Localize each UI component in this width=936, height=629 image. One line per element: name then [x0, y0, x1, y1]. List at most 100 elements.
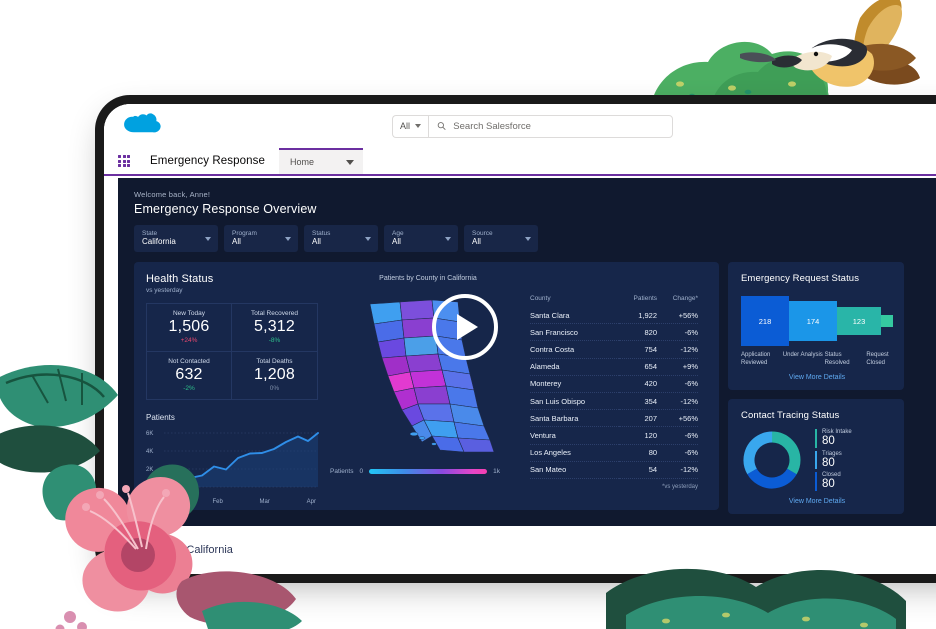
contact-tracing-donut-row: Risk Intake 80 Triages 80 Closed 80	[741, 429, 893, 491]
chevron-down-icon[interactable]	[525, 237, 531, 241]
filter-label: Age	[392, 229, 404, 237]
filter-age[interactable]: Age All	[384, 225, 458, 252]
table-row[interactable]: Contra Costa 754 -12%	[530, 340, 698, 359]
side-column: Emergency Request Status 218 174 123 App…	[728, 262, 904, 514]
page-stage: All Search Salesforce Emergency Response…	[0, 0, 936, 629]
cell-patients: 654	[619, 358, 658, 376]
page-title: Emergency Response Overview	[134, 202, 317, 216]
legend-value: 80	[822, 456, 835, 469]
legend-title: Patients	[330, 468, 354, 475]
filter-bar: State California Program All Status All	[118, 216, 936, 262]
chevron-down-icon[interactable]	[205, 237, 211, 241]
funnel-label-2: Under Analysis	[782, 352, 823, 358]
kpi-total-deaths: Total Deaths 1,208 0%	[232, 352, 317, 399]
table-row[interactable]: Ventura 120 -6%	[530, 426, 698, 445]
table-footnote: *vs yesterday	[661, 483, 698, 490]
cell-change: -6%	[657, 444, 698, 462]
cell-patients: 54	[619, 461, 658, 479]
chevron-down-icon[interactable]	[365, 237, 371, 241]
health-status-title: Health Status	[146, 273, 214, 285]
health-status-subtitle: vs yesterday	[146, 287, 183, 294]
chevron-down-icon[interactable]	[285, 237, 291, 241]
legend-item-closed: Closed 80	[815, 472, 852, 491]
col-patients[interactable]: Patients	[619, 295, 658, 307]
x-tick: Mar	[259, 499, 270, 505]
kpi-label: Not Contacted	[168, 358, 210, 365]
contact-tracing-donut-chart[interactable]	[741, 429, 803, 491]
page-caption: Patients in California	[132, 544, 233, 556]
table-row[interactable]: Alameda 654 +9%	[530, 358, 698, 376]
patients-chart-title: Patients	[146, 413, 175, 422]
chevron-down-icon	[415, 124, 422, 128]
kpi-value: 1,208	[253, 366, 296, 383]
table-row[interactable]: Santa Clara 1,922 +56%	[530, 307, 698, 325]
legend-min: 0	[359, 468, 364, 475]
view-more-details-link-tracing[interactable]: View More Details	[741, 498, 893, 505]
emergency-request-status-card: Emergency Request Status 218 174 123 App…	[728, 262, 904, 390]
view-more-details-link-requests[interactable]: View More Details	[741, 374, 893, 381]
app-launcher-icon[interactable]	[118, 148, 140, 174]
cell-patients: 820	[619, 323, 658, 342]
table-row[interactable]: San Luis Obispo 354 -12%	[530, 392, 698, 411]
nav-tab-label: Home	[289, 157, 314, 167]
filter-label: State	[142, 229, 158, 237]
cell-county: Ventura	[530, 426, 620, 445]
filter-value: All	[392, 237, 401, 247]
card-title: Emergency Request Status	[741, 273, 860, 284]
salesforce-global-header: All Search Salesforce	[104, 104, 936, 148]
chevron-down-icon[interactable]	[445, 237, 451, 241]
table-row[interactable]: Los Angeles 80 -6%	[530, 444, 698, 462]
chevron-down-icon[interactable]	[345, 159, 354, 165]
cell-change: -12%	[657, 392, 698, 411]
california-choropleth-map[interactable]	[328, 286, 528, 464]
col-county[interactable]: County	[530, 295, 619, 307]
app-navigation-bar: Emergency Response Home	[104, 148, 936, 176]
search-input[interactable]	[453, 120, 665, 132]
cell-county: Alameda	[530, 358, 620, 376]
filter-state[interactable]: State California	[134, 225, 218, 252]
cell-change: -6%	[657, 426, 698, 445]
health-overview-card: Health Status vs yesterday New Today 1,5…	[134, 262, 719, 510]
play-icon[interactable]	[432, 294, 498, 360]
kpi-label: New Today	[172, 310, 206, 317]
cell-change: +9%	[657, 358, 698, 376]
table-row[interactable]: Santa Barbara 207 +56%	[530, 409, 698, 428]
legend-item-triages: Triages 80	[815, 450, 852, 470]
col-change[interactable]: Change*	[657, 295, 698, 307]
legend-max: 1k	[493, 468, 500, 475]
filter-label: Status	[312, 229, 331, 237]
salesforce-cloud-logo	[124, 113, 161, 133]
cell-county: Monterey	[530, 375, 620, 393]
kpi-total-recovered: Total Recovered 5,312 -8%	[232, 304, 317, 352]
table-row[interactable]: San Francisco 820 -6%	[530, 323, 698, 342]
filter-status[interactable]: Status All	[304, 225, 378, 252]
legend-value: 80	[822, 478, 835, 491]
table-row[interactable]: Monterey 420 -6%	[530, 375, 698, 393]
cell-patients: 754	[619, 340, 658, 359]
table-header-row: County Patients Change*	[530, 295, 698, 307]
filter-source[interactable]: Source All	[464, 225, 538, 252]
search-scope-select[interactable]: All	[392, 114, 429, 138]
nav-tab-home[interactable]: Home	[278, 148, 363, 174]
filter-value: All	[232, 237, 241, 247]
kpi-delta: -8%	[268, 337, 281, 344]
browser-window: All Search Salesforce Emergency Response…	[104, 104, 936, 574]
contact-tracing-status-card: Contact Tracing Status Risk Intake 80 Tr…	[728, 399, 904, 514]
filter-label: Program	[232, 229, 257, 237]
kpi-value: 5,312	[253, 318, 296, 335]
filter-program[interactable]: Program All	[224, 225, 298, 252]
kpi-delta: 0%	[269, 385, 280, 392]
cell-county: Santa Barbara	[530, 409, 620, 428]
svg-text:0: 0	[148, 485, 152, 491]
table-row[interactable]: San Mateo 54 -12%	[530, 461, 698, 479]
search-box[interactable]	[428, 114, 674, 138]
health-status-section: Health Status vs yesterday New Today 1,5…	[134, 273, 328, 510]
cell-patients: 207	[619, 409, 658, 428]
kpi-label: Total Deaths	[256, 358, 293, 365]
filter-value: All	[472, 237, 481, 247]
kpi-grid: New Today 1,506 +24% Total Recovered 5,3…	[146, 303, 318, 400]
cell-county: San Luis Obispo	[530, 392, 620, 411]
global-search: All	[392, 114, 674, 138]
cell-patients: 420	[619, 375, 658, 393]
x-tick: Apr	[306, 499, 316, 505]
